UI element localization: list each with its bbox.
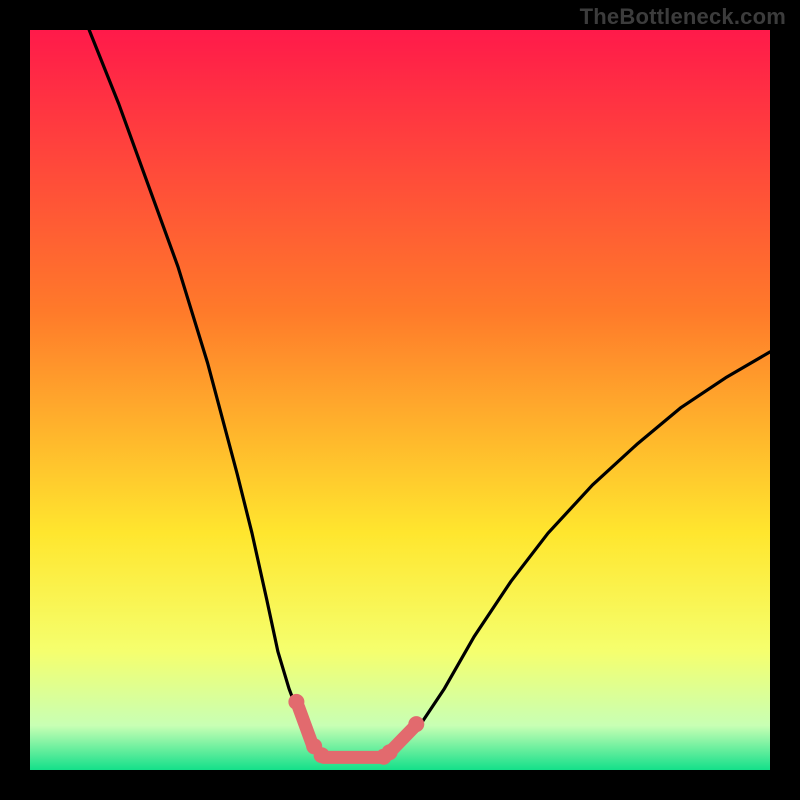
accent-point	[288, 694, 304, 710]
accent-point	[382, 744, 398, 760]
chart-frame: TheBottleneck.com	[0, 0, 800, 800]
accent-point	[314, 747, 330, 763]
accent-point	[408, 716, 424, 732]
watermark-text: TheBottleneck.com	[580, 4, 786, 30]
bottleneck-chart	[30, 30, 770, 770]
gradient-background	[30, 30, 770, 770]
